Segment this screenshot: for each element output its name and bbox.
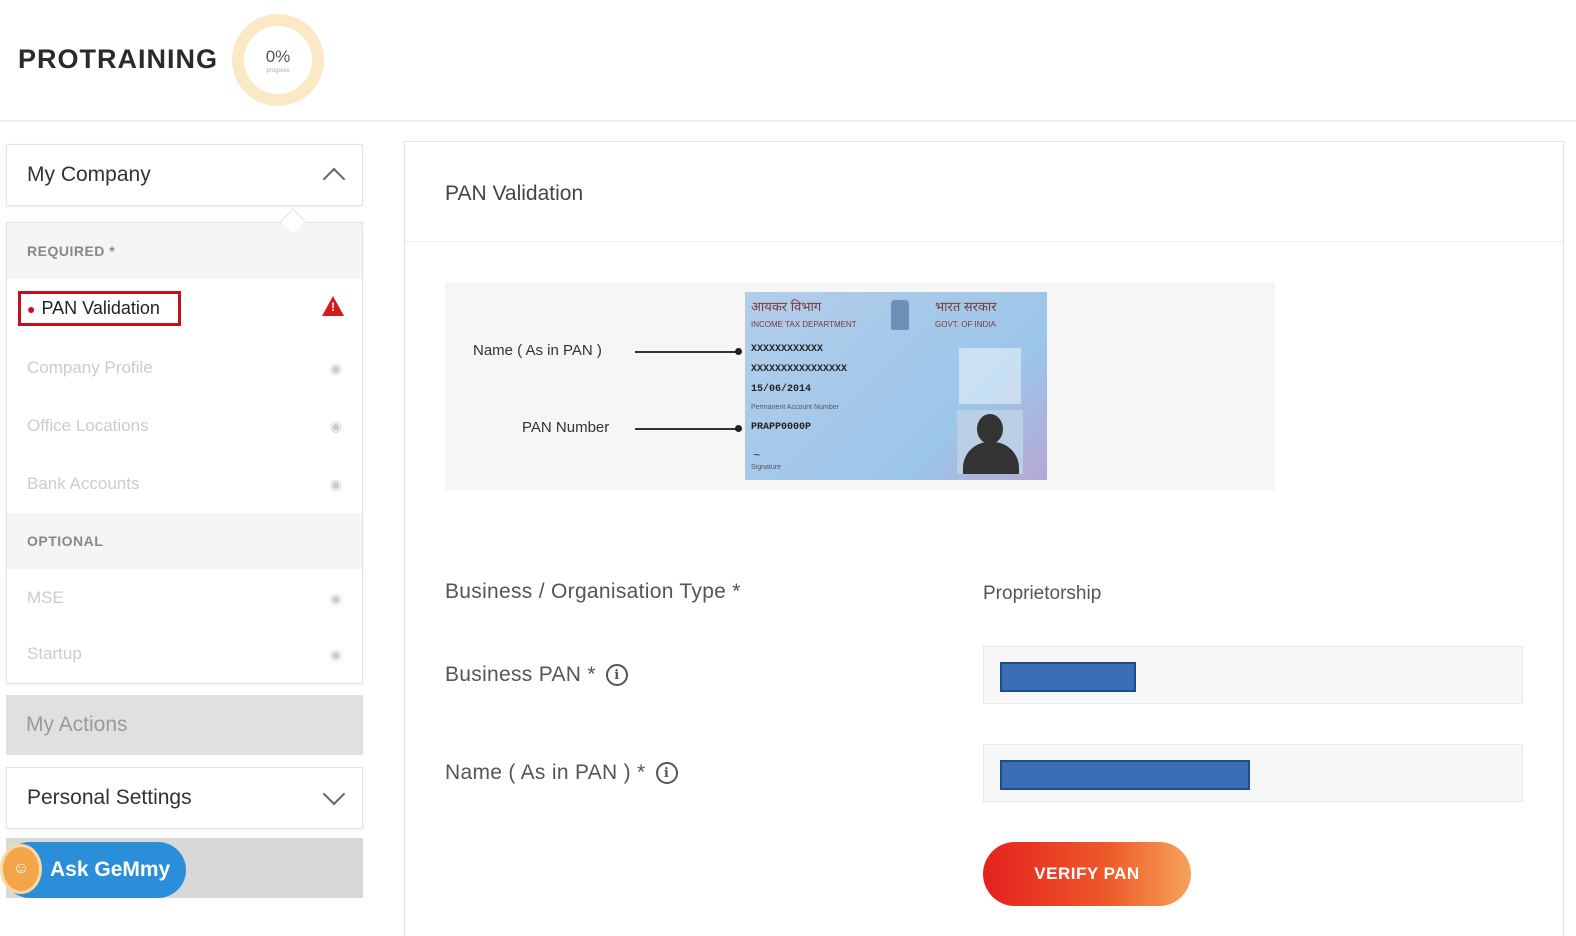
name-as-in-pan-input[interactable]: [983, 744, 1523, 802]
optional-section-label: OPTIONAL: [7, 513, 362, 569]
business-pan-input[interactable]: [983, 646, 1523, 704]
verify-pan-label: VERIFY PAN: [1034, 864, 1140, 883]
name-pointer-dot: [735, 348, 742, 355]
card-header-right: भारत सरकार: [935, 299, 997, 314]
eye-off-icon: ◉: [329, 417, 342, 434]
sidebar-item-company-profile[interactable]: Company Profile ◉: [7, 339, 362, 397]
sidebar-item-office-locations[interactable]: Office Locations ◉: [7, 397, 362, 455]
sidebar-item-label: Office Locations: [27, 416, 149, 435]
progress-ring: 0% progress: [232, 14, 324, 106]
required-dot-icon: ●: [27, 300, 36, 317]
progress-percent: 0%: [265, 46, 291, 66]
card-header-left: आयकर विभाग: [751, 299, 822, 314]
card-header-left-sub: INCOME TAX DEPARTMENT: [751, 320, 857, 329]
card-pan: PRAPP0000P: [751, 422, 812, 433]
eye-off-icon: ◉: [329, 645, 342, 662]
hologram: [959, 348, 1021, 404]
progress-caption: progress: [266, 67, 290, 74]
sidebar-item-label: MSE: [27, 588, 64, 607]
name-pointer-label: Name ( As in PAN ): [473, 342, 602, 359]
ask-gemmy-label: Ask GeMmy: [50, 858, 171, 881]
my-company-label: My Company: [27, 163, 151, 186]
card-pan-caption: Permanent Account Number: [751, 404, 839, 411]
redacted-value: [1000, 760, 1250, 790]
person-head-icon: [977, 414, 1003, 444]
page-title: PAN Validation: [405, 142, 1563, 242]
emblem-icon: [891, 300, 909, 330]
business-pan-label: Business PAN * i: [445, 663, 628, 687]
card-dob: 15/06/2014: [751, 384, 812, 395]
my-actions-label: My Actions: [26, 713, 128, 736]
business-type-label: Business / Organisation Type *: [445, 580, 741, 604]
pan-pointer-dot: [735, 425, 742, 432]
card-signature: ~: [753, 448, 761, 462]
name-as-in-pan-label-text: Name ( As in PAN ) *: [445, 761, 646, 784]
chevron-down-icon[interactable]: [322, 782, 346, 806]
sidebar-item-mse[interactable]: MSE ◉: [7, 569, 362, 627]
sidebar-item-pan-validation[interactable]: ● PAN Validation: [18, 291, 181, 326]
pan-pointer-line: [635, 428, 739, 430]
sidebar-item-label: PAN Validation: [41, 298, 160, 318]
eye-off-icon: ◉: [329, 359, 342, 376]
sidebar-item-label: Bank Accounts: [27, 474, 140, 493]
brand-logo: PROTRAINING: [18, 44, 218, 74]
sample-pan-card: आयकर विभाग INCOME TAX DEPARTMENT भारत सर…: [745, 292, 1047, 480]
pan-pointer-label: PAN Number: [522, 419, 610, 436]
verify-pan-button[interactable]: VERIFY PAN: [983, 842, 1191, 906]
name-pointer-line: [635, 351, 739, 353]
my-company-accordion[interactable]: My Company: [6, 144, 363, 206]
card-name: XXXXXXXXXXXX: [751, 344, 824, 355]
personal-settings-label: Personal Settings: [27, 786, 192, 809]
pan-validation-card: PAN Validation Name ( As in PAN ) PAN Nu…: [404, 141, 1564, 936]
name-as-in-pan-label: Name ( As in PAN ) * i: [445, 761, 678, 785]
card-father-name: XXXXXXXXXXXXXXXX: [751, 364, 848, 375]
pan-card-illustration: Name ( As in PAN ) PAN Number आयकर विभाग…: [445, 282, 1275, 490]
warning-mark: !: [331, 300, 335, 314]
info-icon[interactable]: i: [655, 762, 678, 784]
personal-settings-accordion[interactable]: Personal Settings: [6, 767, 363, 829]
card-signature-caption: Signature: [751, 464, 781, 471]
card-header-right-sub: GOVT. OF INDIA: [935, 320, 996, 329]
my-actions-button[interactable]: My Actions: [6, 695, 363, 755]
required-section-label: REQUIRED *: [7, 223, 362, 279]
sidebar-item-label: Startup: [27, 644, 82, 663]
business-type-label-text: Business / Organisation Type *: [445, 580, 741, 603]
chevron-up-icon[interactable]: [322, 167, 346, 191]
business-type-value: Proprietorship: [983, 583, 1102, 604]
top-header: PROTRAINING 0% progress: [0, 0, 1576, 122]
redacted-value: [1000, 662, 1136, 692]
info-icon[interactable]: i: [605, 664, 628, 686]
sidebar-item-bank-accounts[interactable]: Bank Accounts ◉: [7, 455, 362, 513]
eye-off-icon: ◉: [329, 589, 342, 606]
sidebar-item-startup[interactable]: Startup ◉: [7, 625, 362, 683]
sidebar-item-label: Company Profile: [27, 358, 153, 377]
business-pan-label-text: Business PAN *: [445, 663, 596, 686]
gemmy-avatar-icon[interactable]: ☺: [0, 844, 42, 894]
eye-off-icon: ◉: [329, 475, 342, 492]
